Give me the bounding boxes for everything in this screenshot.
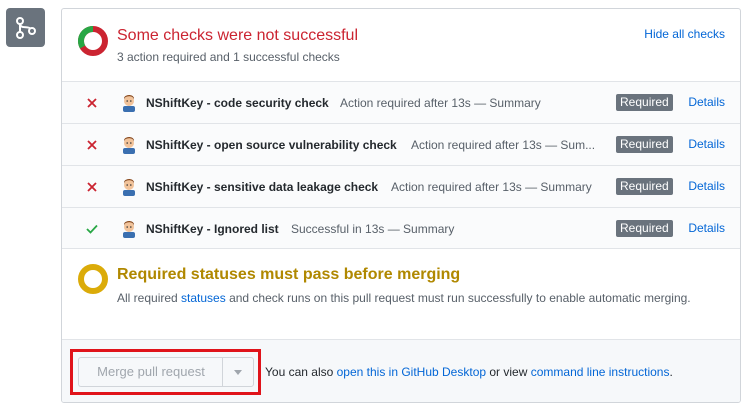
check-name: NShiftKey - sensitive data leakage check (146, 180, 379, 194)
details-link[interactable]: Details (688, 137, 725, 151)
details-link[interactable]: Details (688, 95, 725, 109)
required-badge: Required (616, 136, 673, 153)
merge-method-dropdown[interactable] (222, 357, 254, 387)
note-text: You can also (265, 365, 337, 379)
avatar (123, 137, 135, 154)
checks-summary-subtitle: 3 action required and 1 successful check… (117, 50, 340, 64)
check-row: NShiftKey - open source vulnerability ch… (62, 124, 740, 166)
check-description: Successful in 13s — Summary (291, 222, 455, 236)
check-description: Action required after 13s — Sum... (411, 138, 596, 152)
merge-status-title: Required statuses must pass before mergi… (117, 266, 461, 283)
open-in-desktop-link[interactable]: open this in GitHub Desktop (337, 365, 486, 379)
donut-status-icon (78, 26, 108, 56)
avatar (123, 221, 135, 238)
required-badge: Required (616, 220, 673, 237)
check-row: NShiftKey - code security check Action r… (62, 82, 740, 124)
merge-alternatives-note: You can also open this in GitHub Desktop… (265, 365, 673, 379)
note-text: or view (486, 365, 531, 379)
x-icon (85, 180, 99, 194)
command-line-instructions-link[interactable]: command line instructions (531, 365, 670, 379)
checks-list: NShiftKey - code security check Action r… (62, 81, 740, 249)
git-merge-icon (6, 8, 45, 47)
check-description: Action required after 13s — Summary (340, 96, 541, 110)
x-icon (85, 96, 99, 110)
checks-summary-title: Some checks were not successful (117, 27, 358, 44)
note-text: . (669, 365, 673, 379)
check-icon (85, 222, 99, 236)
merge-status-text: All required (117, 291, 182, 305)
avatar (123, 179, 135, 196)
pending-ring-icon (78, 264, 108, 294)
merge-status-text: and check runs on this pull request must… (225, 291, 691, 305)
details-link[interactable]: Details (688, 221, 725, 235)
check-name: NShiftKey - Ignored list (146, 222, 279, 236)
avatar (123, 95, 135, 112)
statuses-link[interactable]: statuses (181, 291, 226, 305)
hide-all-checks-link[interactable]: Hide all checks (644, 27, 725, 41)
merge-box: Some checks were not successful 3 action… (61, 8, 741, 403)
merge-actions: Merge pull request You can also open thi… (62, 339, 740, 402)
details-link[interactable]: Details (688, 179, 725, 193)
check-name: NShiftKey - open source vulnerability ch… (146, 138, 397, 152)
x-icon (85, 138, 99, 152)
check-row: NShiftKey - sensitive data leakage check… (62, 166, 740, 208)
merge-status-description: All required statuses and check runs on … (117, 289, 692, 307)
merge-status-section: Required statuses must pass before mergi… (62, 249, 740, 339)
required-badge: Required (616, 94, 673, 111)
check-description: Action required after 13s — Summary (391, 180, 592, 194)
check-name: NShiftKey - code security check (146, 96, 329, 110)
required-badge: Required (616, 178, 673, 195)
merge-pull-request-button[interactable]: Merge pull request (78, 357, 223, 387)
caret-down-icon (234, 369, 242, 375)
checks-summary-header: Some checks were not successful 3 action… (62, 9, 740, 81)
check-row: NShiftKey - Ignored list Successful in 1… (62, 208, 740, 249)
